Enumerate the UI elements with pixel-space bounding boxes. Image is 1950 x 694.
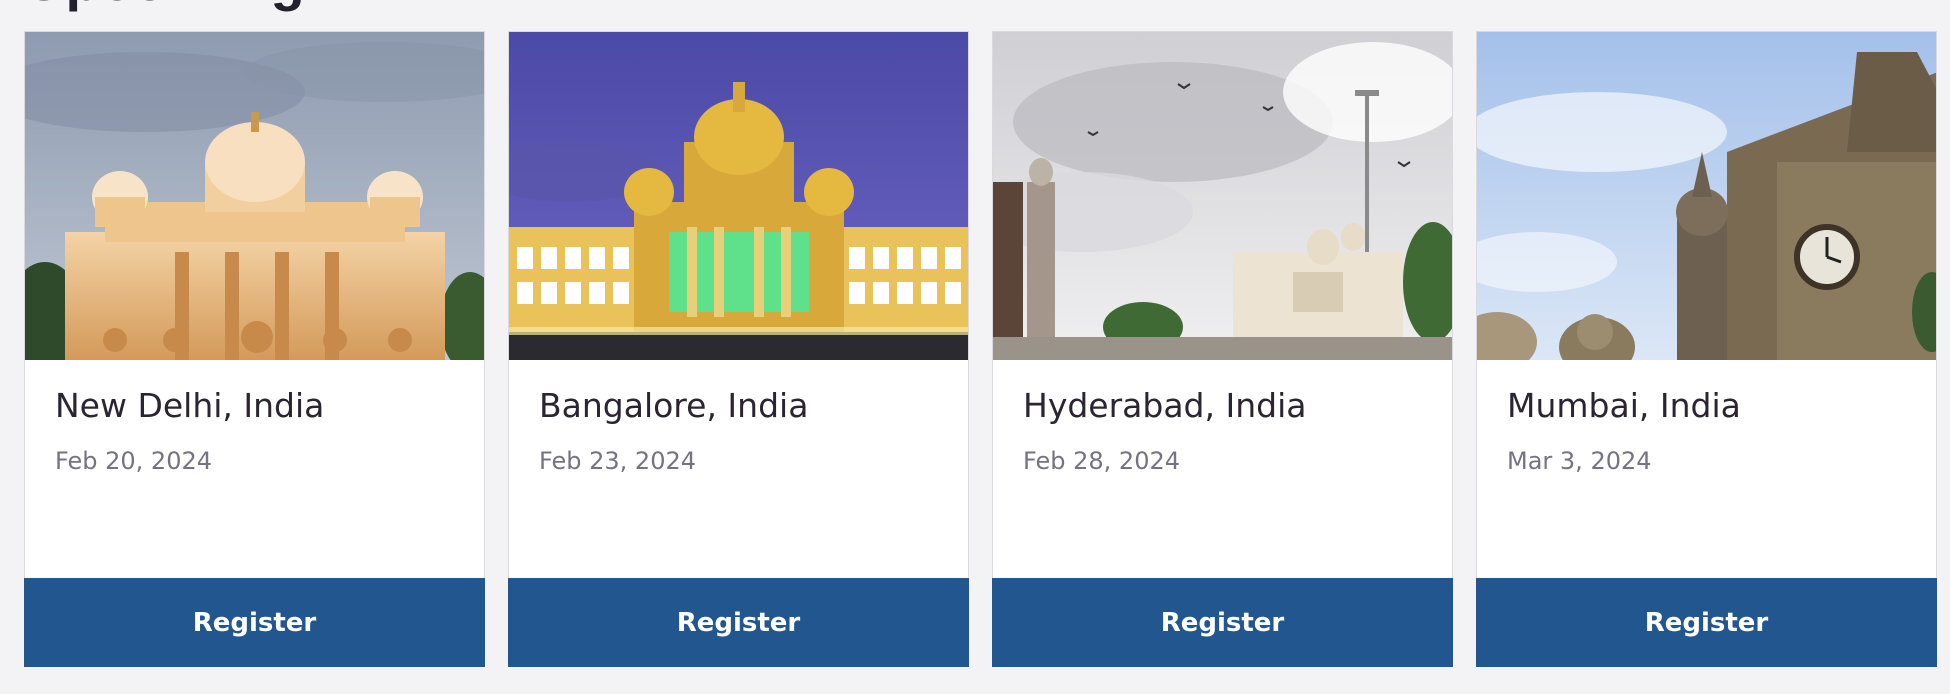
card-image-new-delhi	[25, 32, 484, 360]
section-heading: Upcoming	[24, 0, 306, 13]
card-image-bangalore	[509, 32, 968, 360]
card-date: Mar 3, 2024	[1507, 447, 1652, 475]
event-card-grid: New Delhi, India Feb 20, 2024 Register B…	[24, 31, 1937, 667]
card-title: Hyderabad, India	[1023, 386, 1307, 425]
card-title: Mumbai, India	[1507, 386, 1741, 425]
register-button-hyderabad[interactable]: Register	[992, 578, 1453, 667]
card-date: Feb 28, 2024	[1023, 447, 1180, 475]
card-image-hyderabad	[993, 32, 1452, 360]
card-image-mumbai	[1477, 32, 1936, 360]
card-title: New Delhi, India	[55, 386, 325, 425]
card-date: Feb 20, 2024	[55, 447, 212, 475]
card-title: Bangalore, India	[539, 386, 809, 425]
event-card-mumbai[interactable]: Mumbai, India Mar 3, 2024 Register	[1476, 31, 1937, 667]
register-button-new-delhi[interactable]: Register	[24, 578, 485, 667]
register-button-mumbai[interactable]: Register	[1476, 578, 1937, 667]
event-card-bangalore[interactable]: Bangalore, India Feb 23, 2024 Register	[508, 31, 969, 667]
card-date: Feb 23, 2024	[539, 447, 696, 475]
event-card-hyderabad[interactable]: Hyderabad, India Feb 28, 2024 Register	[992, 31, 1453, 667]
register-button-bangalore[interactable]: Register	[508, 578, 969, 667]
event-card-new-delhi[interactable]: New Delhi, India Feb 20, 2024 Register	[24, 31, 485, 667]
